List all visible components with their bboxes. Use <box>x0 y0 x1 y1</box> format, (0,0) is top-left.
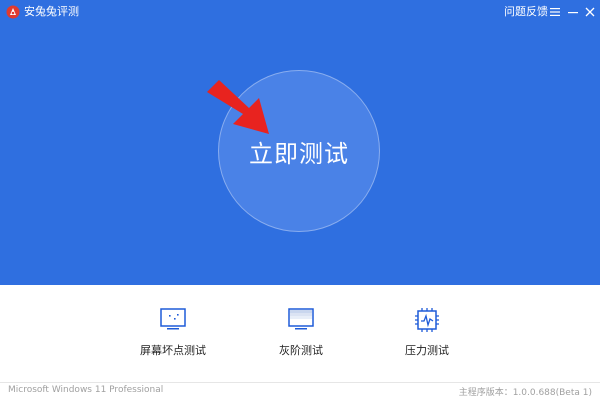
stress-test-button[interactable]: 压力测试 <box>377 307 477 357</box>
tool-label: 压力测试 <box>405 344 449 357</box>
version-info: 主程序版本：1.0.0.688(Beta 1) <box>458 388 592 398</box>
app-title: 安兔兔评测 <box>24 5 79 18</box>
menu-icon[interactable] <box>548 5 562 19</box>
close-icon[interactable] <box>583 5 597 19</box>
grayscale-test-button[interactable]: 灰阶测试 <box>251 307 351 357</box>
cpu-pulse-icon <box>415 308 439 332</box>
feedback-link[interactable]: 问题反馈 <box>504 4 548 20</box>
monitor-icon <box>160 308 186 330</box>
tool-label: 灰阶测试 <box>279 344 323 357</box>
title-bar: 安兔兔评测 问题反馈 <box>0 0 600 24</box>
hero-panel: 安兔兔评测 问题反馈 立即测试 <box>0 0 600 285</box>
red-arrow-icon <box>207 80 269 134</box>
tool-label: 屏幕坏点测试 <box>140 344 206 357</box>
screen-dead-pixel-test-button[interactable]: 屏幕坏点测试 <box>123 307 223 357</box>
os-info: Microsoft Windows 11 Professional <box>8 385 164 395</box>
antutu-logo-icon <box>6 5 20 19</box>
status-bar: Microsoft Windows 11 Professional 主程序版本：… <box>0 382 600 400</box>
minimize-icon[interactable] <box>566 5 580 19</box>
app-window: 安兔兔评测 问题反馈 立即测试 屏幕坏点测试 灰阶测试 压力测试 Microso… <box>0 0 600 400</box>
grayscale-monitor-icon <box>288 308 314 330</box>
